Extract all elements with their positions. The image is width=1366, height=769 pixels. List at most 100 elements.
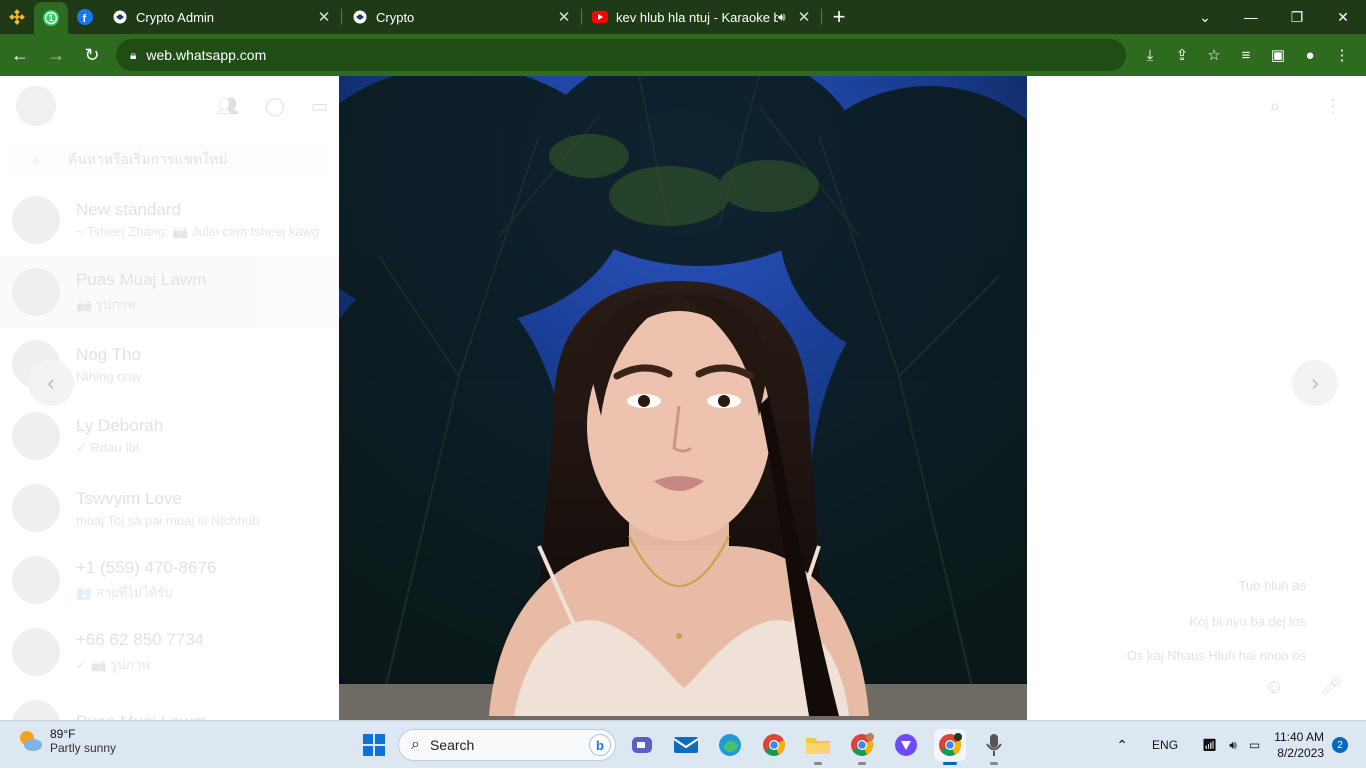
chat-preview: muaj Toj sa pai muaj si Ntchhub: [76, 512, 260, 528]
weather-description: Partly sunny: [50, 741, 117, 755]
previous-media-button[interactable]: ‹: [28, 360, 74, 406]
windows-taskbar: 89°F Partly sunny ⌕ Search b ⌃ ENG 📶︎ 🔊︎…: [0, 720, 1366, 768]
taskbar-search-label: Search: [429, 737, 475, 753]
profile-icon[interactable]: ●: [1294, 39, 1326, 71]
file-explorer-icon[interactable]: [802, 729, 834, 765]
menu-kebab-icon[interactable]: ⋮: [1326, 39, 1358, 71]
tab-title: kev hlub hla ntuj - Karaoke b: [616, 9, 778, 25]
edge-browser-icon[interactable]: [714, 729, 746, 761]
volume-icon[interactable]: 🔊︎: [1229, 738, 1237, 753]
tab-separator: [821, 9, 822, 25]
bookmark-star-icon[interactable]: ☆: [1198, 39, 1230, 71]
chat-name: Tswvyim Love: [76, 488, 182, 508]
communities-icon[interactable]: 👥︎: [216, 96, 239, 117]
list-item[interactable]: +66 62 850 7734 ✓ 📷 รูปภาพ: [0, 616, 340, 688]
tab-search-chevron-icon[interactable]: ⌄: [1182, 0, 1228, 34]
list-item[interactable]: Tswvyim Love muaj Toj sa pai muaj si Ntch…: [0, 472, 340, 544]
active-indicator: [943, 762, 957, 765]
media-control-icon[interactable]: ≡: [1230, 39, 1262, 71]
emoji-icon[interactable]: ☺: [1264, 676, 1284, 699]
url-text: web.whatsapp.com: [146, 47, 267, 63]
search-input[interactable]: ⌕ ค้นหาหรือเริ่มการแชทใหม่: [12, 142, 328, 178]
tab-crypto-admin[interactable]: Crypto Admin ✕: [102, 0, 342, 34]
start-button[interactable]: [358, 729, 390, 761]
new-tab-button[interactable]: +: [822, 0, 856, 34]
avatar: [12, 628, 60, 676]
running-indicator: [814, 762, 822, 765]
chat-list-header: 👥︎ ◯ ▭: [0, 76, 340, 136]
list-item[interactable]: Ly Deborah ✓ Rdau Ibi: [0, 400, 340, 472]
chrome-icon[interactable]: [758, 729, 790, 761]
search-icon: ⌕: [32, 151, 40, 168]
message-bubble: Os kaj Nhaus Hluh hai nnoo os: [1126, 648, 1306, 663]
avatar: [12, 268, 60, 316]
back-button[interactable]: ←: [4, 39, 36, 71]
crypto-com-icon: [352, 9, 368, 25]
battery-icon[interactable]: ▭: [1249, 738, 1260, 752]
pinned-tab-binance[interactable]: [0, 0, 34, 34]
forward-button[interactable]: →: [40, 39, 72, 71]
share-icon[interactable]: ⇪: [1166, 39, 1198, 71]
chrome-profile-icon[interactable]: [846, 729, 878, 765]
close-window-button[interactable]: ✕: [1320, 0, 1366, 34]
taskbar-search-box[interactable]: ⌕ Search b: [398, 729, 616, 761]
partly-sunny-icon: [16, 727, 44, 755]
pinned-tab-whatsapp[interactable]: 1: [34, 2, 68, 34]
menu-kebab-icon[interactable]: ⋮: [1324, 96, 1342, 117]
browser-window: 1 f Crypto Admin ✕ Crypto ✕ kev hlub hla…: [0, 0, 1366, 768]
chat-preview: ✓ 📷 รูปภาพ: [76, 656, 150, 672]
teams-chat-icon[interactable]: [626, 729, 658, 761]
reload-button[interactable]: ↻: [76, 39, 108, 71]
tab-close-icon[interactable]: ✕: [556, 8, 572, 26]
speaker-icon[interactable]: 🔊︎: [778, 10, 796, 25]
input-language[interactable]: ENG: [1152, 738, 1178, 752]
weather-temperature: 89°F: [50, 727, 76, 741]
next-media-button[interactable]: ›: [1292, 360, 1338, 406]
weather-widget[interactable]: 89°F Partly sunny: [16, 727, 116, 755]
list-item[interactable]: Puas Muaj Lawm 📷 รูปภาพ: [0, 256, 340, 328]
svg-text:f: f: [83, 13, 87, 25]
avatar[interactable]: [16, 86, 56, 126]
portrait-photo: [339, 76, 1027, 720]
notification-badge[interactable]: 2: [1332, 737, 1348, 753]
list-item[interactable]: New standard ~ Tsheej Zhang: 📷 Julai cem …: [0, 184, 340, 256]
side-panel-icon[interactable]: ▣: [1262, 39, 1294, 71]
list-item[interactable]: Puas Muaj Lawm: [0, 688, 340, 720]
chevron-up-icon[interactable]: ⌃: [1116, 737, 1128, 754]
avatar: [12, 412, 60, 460]
system-tray: ⌃ ENG 📶︎ 🔊︎ ▭ 11:40 AM 8/2/2023 2: [1110, 721, 1366, 769]
browser-toolbar: ← → ↻ 🔒︎ web.whatsapp.com ⤓ ⇪ ☆ ≡ ▣ ● ⋮: [0, 34, 1366, 76]
avatar: [12, 196, 60, 244]
chat-preview: 📷 รูปภาพ: [76, 296, 136, 312]
whatsapp-web-page: 👥︎ ◯ ▭ ⌕ ค้นหาหรือเริ่มการแชทใหม่ New st…: [0, 76, 1366, 720]
tab-youtube-karaoke[interactable]: kev hlub hla ntuj - Karaoke b 🔊︎ ✕: [582, 0, 822, 34]
tab-strip: 1 f Crypto Admin ✕ Crypto ✕ kev hlub hla…: [0, 0, 1366, 34]
microphone-icon[interactable]: 🎤︎: [1320, 676, 1343, 697]
mail-icon[interactable]: [670, 729, 702, 761]
tab-title: Crypto: [376, 9, 415, 25]
address-bar[interactable]: 🔒︎ web.whatsapp.com: [116, 39, 1126, 71]
tab-close-icon[interactable]: ✕: [796, 8, 812, 26]
proton-vpn-icon[interactable]: [890, 729, 922, 761]
clock[interactable]: 11:40 AM 8/2/2023: [1274, 729, 1324, 761]
pinned-tab-facebook[interactable]: f: [68, 0, 102, 34]
window-controls: ⌄ — ❐ ✕: [1182, 0, 1366, 34]
bing-icon[interactable]: b: [589, 734, 611, 756]
new-chat-icon[interactable]: ▭: [311, 96, 328, 117]
lock-icon[interactable]: 🔒︎: [130, 48, 136, 63]
voice-access-microphone-icon[interactable]: [978, 729, 1010, 765]
restore-button[interactable]: ❐: [1274, 0, 1320, 34]
status-icon[interactable]: ◯: [265, 96, 285, 117]
install-app-icon[interactable]: ⤓: [1134, 39, 1166, 71]
tab-close-icon[interactable]: ✕: [316, 8, 332, 26]
tab-crypto[interactable]: Crypto ✕: [342, 0, 582, 34]
clock-time: 11:40 AM: [1274, 730, 1324, 744]
chrome-whatsapp-profile-icon[interactable]: [934, 729, 966, 765]
message-bubble: Koj bi nyu ba dej los: [1189, 614, 1306, 629]
minimize-button[interactable]: —: [1228, 0, 1274, 34]
search-icon[interactable]: ⌕: [1270, 96, 1280, 117]
list-item[interactable]: +1 (559) 470-8676 👥 สายที่ไม่ได้รับ: [0, 544, 340, 616]
wifi-icon[interactable]: 📶︎: [1202, 738, 1217, 752]
chat-name: Ly Deborah: [76, 416, 164, 435]
chat-name: Puas Muaj Lawm: [76, 269, 207, 289]
